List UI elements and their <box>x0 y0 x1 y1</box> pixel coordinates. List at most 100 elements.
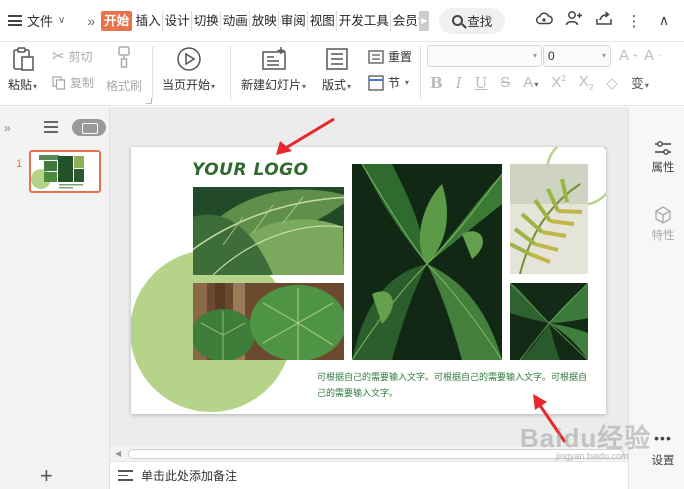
underline-icon[interactable]: U <box>475 74 488 92</box>
leaf-photo-1[interactable] <box>193 187 344 275</box>
add-slide-icon[interactable]: + <box>40 463 53 489</box>
chevron-down-icon: ▾ <box>532 51 537 60</box>
tab-home[interactable]: 开始 <box>101 10 133 31</box>
tab-animation[interactable]: 动画 <box>221 10 251 31</box>
font-size-value: 0 <box>548 49 555 63</box>
scroll-left-icon[interactable]: ◀ <box>115 449 121 458</box>
ribbon-separator <box>152 46 153 100</box>
chevron-down-icon: ∨ <box>58 15 66 26</box>
section-icon <box>368 74 384 91</box>
sliders-icon <box>655 141 671 155</box>
chevron-down-icon: ▾ <box>302 82 307 91</box>
more-horizontal-icon: ••• <box>654 430 672 446</box>
tab-member[interactable]: 会员专 <box>391 11 420 31</box>
file-menu[interactable]: 文件 ∨ <box>0 6 73 36</box>
collapse-ribbon-icon[interactable]: ∧ <box>654 12 674 29</box>
add-user-icon[interactable] <box>564 10 584 31</box>
format-painter-button[interactable]: 格式刷 <box>106 45 142 94</box>
reset-button[interactable]: 重置 <box>368 48 412 65</box>
eraser-icon[interactable]: ◇ <box>606 74 618 92</box>
slide-canvas: YOUR LOGO 可根据自己的需要输入文字。可根据自己的需要输入文字。可根据自… <box>110 107 628 447</box>
slide[interactable]: YOUR LOGO 可根据自己的需要输入文字。可根据自己的需要输入文字。可根据自… <box>131 147 606 414</box>
play-from-current-button[interactable]: 当页开始▾ <box>162 46 215 93</box>
tab-slideshow[interactable]: 放映 <box>250 10 280 31</box>
layout-button[interactable]: 版式▾ <box>322 46 351 93</box>
cloud-sync-icon[interactable] <box>534 11 554 30</box>
ribbon-separator <box>420 46 421 100</box>
chevron-down-icon: ▾ <box>347 82 352 91</box>
tab-transition[interactable]: 切换 <box>192 10 222 31</box>
cube-icon <box>655 206 671 224</box>
play-icon <box>176 47 201 71</box>
settings-button[interactable]: ••• 设置 <box>642 430 684 468</box>
section-button[interactable]: 节 ▾ <box>368 74 409 91</box>
search-icon <box>452 15 464 26</box>
copy-icon <box>52 75 66 90</box>
format-painter-label: 格式刷 <box>106 79 143 93</box>
logo-text[interactable]: YOUR LOGO <box>192 160 309 180</box>
tab-scroll-right-icon[interactable]: ▶ <box>419 10 430 31</box>
collapse-panel-icon[interactable]: » <box>4 121 11 135</box>
leaf-photo-4[interactable] <box>510 164 588 274</box>
copy-label: 复制 <box>70 76 95 90</box>
play-from-current-label: 当页开始 <box>162 78 211 92</box>
slide-number: 1 <box>16 158 23 170</box>
ribbon-separator <box>230 46 231 100</box>
baidu-watermark: Baidu经验 jingyan.baidu.com <box>520 418 651 461</box>
notes-bar[interactable]: 单击此处添加备注 <box>110 461 628 489</box>
cut-button[interactable]: ✂ 剪切 <box>52 47 93 65</box>
outline-view-icon[interactable] <box>44 121 58 133</box>
reset-label: 重置 <box>388 50 413 64</box>
features-label: 特性 <box>651 230 675 242</box>
font-size-select[interactable]: 0 ▾ <box>543 45 611 67</box>
cut-label: 剪切 <box>68 49 93 64</box>
properties-button[interactable]: 属性 <box>642 140 684 175</box>
leaf-photo-2[interactable] <box>193 283 344 360</box>
font-color-icon[interactable]: A▾ <box>523 74 538 91</box>
slides-view-toggle[interactable] <box>72 119 106 136</box>
more-vertical-icon[interactable]: ⋮ <box>624 12 644 30</box>
superscript-icon[interactable]: X2 <box>551 74 565 91</box>
annotation-arrow-icon <box>276 117 335 155</box>
bold-icon[interactable]: B <box>430 74 443 92</box>
chevron-down-icon: ▾ <box>601 51 606 60</box>
slide-thumbnail[interactable] <box>29 150 101 193</box>
menu-bar: 文件 ∨ » 开始 插入 设计 切换 动画 放映 审阅 视图 开发工具 会员专 … <box>0 0 684 42</box>
paste-label: 粘贴 <box>8 78 33 92</box>
notes-placeholder: 单击此处添加备注 <box>141 469 238 483</box>
tab-insert[interactable]: 插入 <box>134 10 164 31</box>
double-chevron-right-icon[interactable]: » <box>73 13 101 29</box>
settings-label: 设置 <box>651 455 675 467</box>
leaf-photo-3[interactable] <box>352 164 502 360</box>
paste-button[interactable]: 粘贴▾ <box>8 46 37 93</box>
decrease-font-size-icon[interactable]: A- <box>644 47 661 64</box>
tab-view[interactable]: 视图 <box>308 10 338 31</box>
clipboard-dialog-launcher-icon[interactable] <box>146 98 152 104</box>
search-box[interactable]: 查找 <box>439 7 506 34</box>
strikethrough-icon[interactable]: S <box>500 74 510 91</box>
watermark-text: Baidu经验 <box>520 423 652 453</box>
pinyin-guide-icon[interactable]: 变▾ <box>631 73 649 92</box>
chevron-down-icon: ▾ <box>33 82 38 91</box>
menu-icon <box>8 15 22 26</box>
clipboard-icon <box>12 47 34 71</box>
share-icon[interactable] <box>594 10 614 31</box>
notes-icon <box>118 470 133 481</box>
leaf-photo-5[interactable] <box>510 283 588 360</box>
search-label: 查找 <box>467 15 493 29</box>
chevron-down-icon: ▾ <box>211 82 216 91</box>
italic-icon[interactable]: I <box>456 74 462 92</box>
tab-review[interactable]: 审阅 <box>279 10 309 31</box>
slide-thumbnail-preview <box>31 155 84 189</box>
new-slide-button[interactable]: 新建幻灯片▾ <box>241 46 306 93</box>
features-button[interactable]: 特性 <box>642 206 684 243</box>
scissors-icon: ✂ <box>52 48 65 65</box>
copy-button[interactable]: 复制 <box>52 74 94 91</box>
tab-design[interactable]: 设计 <box>163 10 193 31</box>
paintbrush-icon <box>118 46 130 68</box>
subscript-icon[interactable]: X2 <box>579 73 593 92</box>
tab-developer[interactable]: 开发工具 <box>337 10 392 31</box>
increase-font-size-icon[interactable]: A + <box>619 47 638 64</box>
file-menu-label: 文件 <box>27 14 54 29</box>
font-name-select[interactable]: ▾ <box>427 45 542 67</box>
